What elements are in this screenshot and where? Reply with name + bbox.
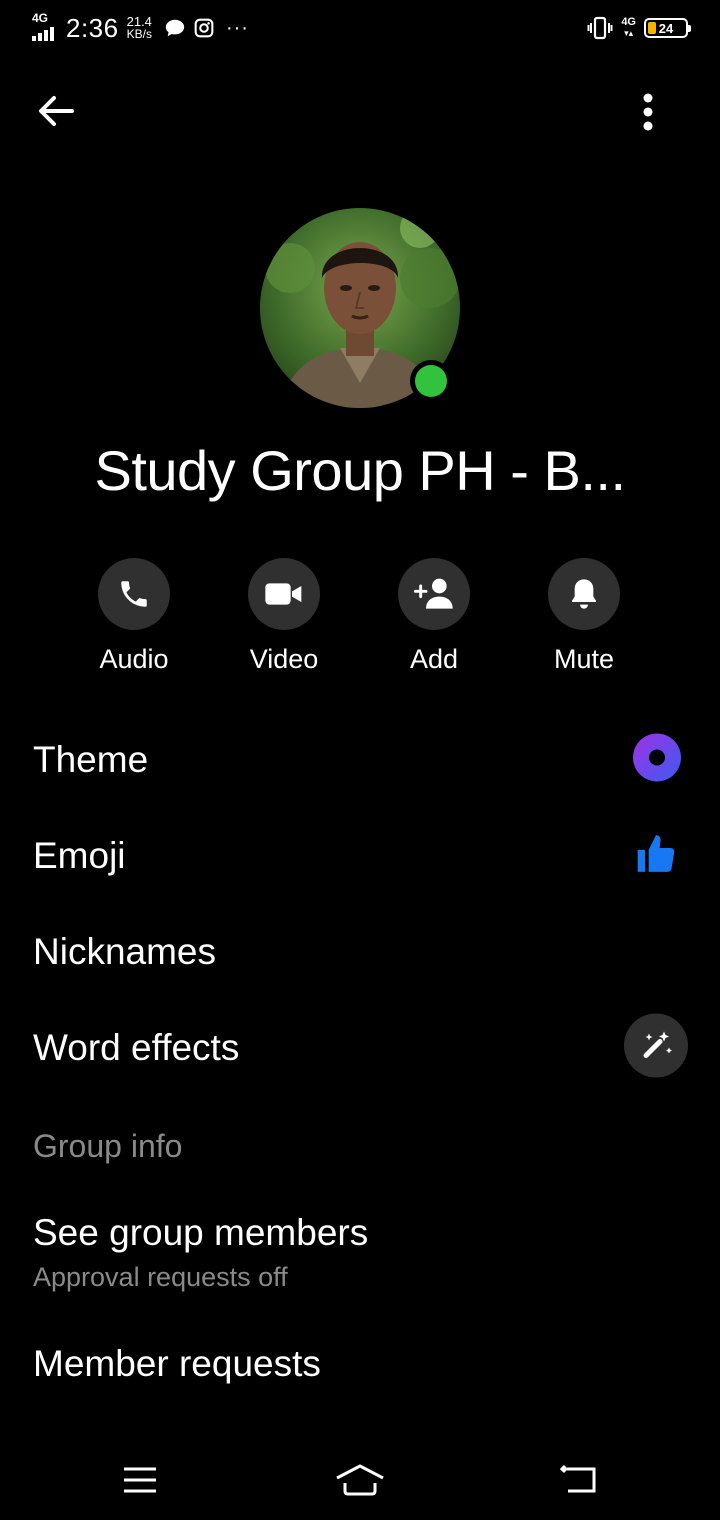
arrow-left-icon — [39, 96, 74, 126]
see-group-members-label: See group members — [33, 1212, 369, 1253]
add-person-icon — [414, 578, 453, 609]
see-group-members-row[interactable]: See group members Approval requests off — [0, 1212, 720, 1322]
audio-call-button[interactable]: Audio — [64, 558, 204, 675]
network-speed: 21.4 KB/s — [127, 15, 152, 41]
emoji-row[interactable]: Emoji — [0, 808, 720, 904]
mute-circle — [548, 558, 620, 630]
phone-icon — [121, 581, 147, 607]
network-type: 4G — [32, 11, 49, 25]
home-button[interactable] — [330, 1460, 390, 1500]
chat-bubble-icon — [165, 19, 185, 37]
thumbs-up-icon — [634, 832, 678, 881]
battery-level — [648, 22, 656, 34]
network-4g-icon: 4G ▾▴ — [621, 16, 636, 39]
system-nav-bar — [0, 1440, 720, 1520]
network-speed-unit: KB/s — [126, 27, 152, 41]
back-nav-button[interactable] — [550, 1460, 610, 1500]
status-right: 4G ▾▴ 24 — [587, 12, 691, 44]
more-options-button[interactable] — [628, 90, 668, 134]
audio-call-circle — [98, 558, 170, 630]
clock: 2:36 — [66, 12, 119, 43]
magic-wand-icon — [624, 1013, 688, 1083]
nicknames-row[interactable]: Nicknames — [0, 904, 720, 1000]
online-status-indicator — [410, 360, 452, 402]
video-call-label: Video — [249, 644, 319, 674]
member-requests-row[interactable]: Member requests — [0, 1316, 720, 1412]
add-people-circle — [398, 558, 470, 630]
recent-apps-button[interactable] — [110, 1460, 170, 1500]
emoji-label: Emoji — [33, 835, 126, 876]
word-effects-label: Word effects — [33, 1027, 240, 1068]
video-call-button[interactable]: Video — [214, 558, 354, 675]
status-bar: 4G 2:36 21.4 KB/s ··· 4G ▾▴ 24 — [0, 0, 720, 56]
back-button[interactable] — [34, 88, 80, 134]
mute-button[interactable]: Mute — [514, 558, 654, 675]
group-info-header: Group info — [33, 1128, 183, 1164]
back-return-icon — [560, 1465, 596, 1493]
signal-icon: 4G — [30, 11, 60, 43]
nicknames-label: Nicknames — [33, 931, 216, 972]
video-camera-icon — [265, 583, 302, 605]
theme-circle-icon — [632, 733, 682, 788]
mute-label: Mute — [553, 644, 615, 674]
more-notifications-indicator: ··· — [225, 16, 249, 39]
home-icon — [336, 1464, 384, 1496]
group-avatar[interactable] — [260, 208, 460, 408]
add-people-button[interactable]: Add — [364, 558, 504, 675]
battery-percent: 24 — [658, 20, 674, 36]
instagram-icon — [194, 18, 214, 38]
menu-lines-icon — [124, 1467, 156, 1493]
member-requests-label: Member requests — [33, 1343, 321, 1384]
vibrate-icon — [587, 16, 613, 40]
theme-row[interactable]: Theme — [0, 712, 720, 808]
group-name: Study Group PH - B... — [94, 439, 626, 502]
network-4g-label: 4G — [621, 16, 636, 28]
approval-requests-status: Approval requests off — [33, 1262, 288, 1292]
vertical-dots-icon — [643, 93, 653, 131]
battery-icon: 24 — [644, 18, 691, 38]
status-left: 4G 2:36 21.4 KB/s ··· — [30, 10, 249, 46]
bell-icon — [572, 579, 596, 609]
word-effects-row[interactable]: Word effects — [0, 1000, 720, 1096]
theme-label: Theme — [33, 739, 149, 780]
video-call-circle — [248, 558, 320, 630]
quick-actions: Audio Video Add Mute — [0, 558, 720, 688]
audio-call-label: Audio — [99, 644, 169, 674]
add-people-label: Add — [409, 644, 459, 674]
